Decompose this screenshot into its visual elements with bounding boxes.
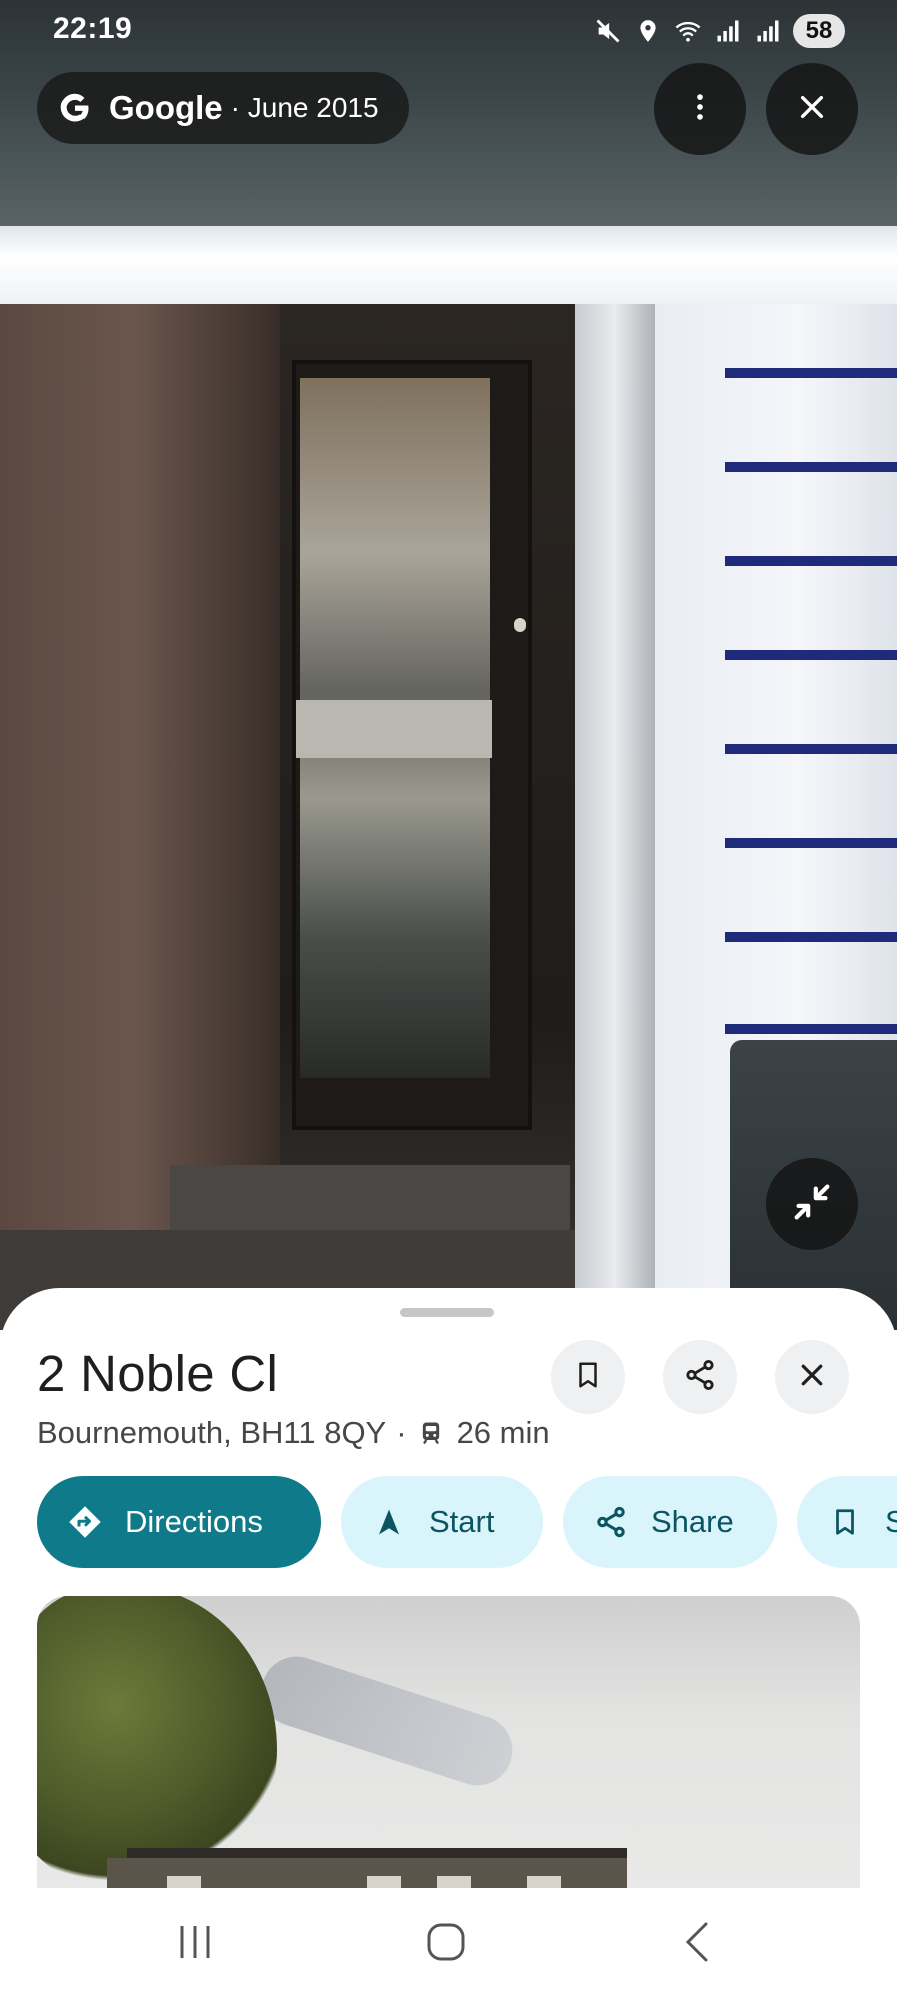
- drag-handle[interactable]: [400, 1308, 494, 1317]
- cladding-line: [725, 556, 897, 566]
- building-window: [527, 1876, 561, 1888]
- save-button[interactable]: S: [797, 1476, 897, 1568]
- start-button[interactable]: Start: [341, 1476, 543, 1568]
- status-bar: 22:19 58: [0, 0, 897, 62]
- directions-icon: [67, 1504, 103, 1540]
- bookmark-icon: [573, 1359, 603, 1396]
- close-street-view-button[interactable]: [766, 63, 858, 155]
- street-view-preview-image[interactable]: [37, 1596, 860, 1888]
- signal-icon: [713, 16, 743, 46]
- share-icon: [683, 1358, 717, 1397]
- share-place-button[interactable]: [663, 1340, 737, 1414]
- system-navigation-bar: [0, 1888, 897, 2000]
- place-address: Bournemouth, BH11 8QY: [37, 1415, 387, 1450]
- minimize-street-view-button[interactable]: [766, 1158, 858, 1250]
- attribution-date: · June 2015: [230, 92, 379, 123]
- save-label: S: [885, 1504, 897, 1539]
- building-window: [437, 1876, 471, 1888]
- building-window: [167, 1876, 201, 1888]
- location-icon: [633, 16, 663, 46]
- imagery-attribution[interactable]: Google · June 2015: [37, 72, 409, 144]
- signal-icon: [753, 16, 783, 46]
- street-view-image[interactable]: [0, 0, 897, 1330]
- separator: ·: [396, 1415, 407, 1450]
- minimize-icon: [789, 1179, 835, 1230]
- close-icon: [796, 91, 828, 128]
- directions-label: Directions: [125, 1504, 263, 1539]
- more-vert-icon: [683, 90, 717, 129]
- cladding-line: [725, 1024, 897, 1034]
- more-options-button[interactable]: [654, 63, 746, 155]
- back-icon: [680, 1920, 714, 1969]
- start-label: Start: [429, 1504, 495, 1539]
- home-icon: [425, 1921, 467, 1968]
- cladding-line: [725, 932, 897, 942]
- directions-button[interactable]: Directions: [37, 1476, 321, 1568]
- mute-icon: [593, 16, 623, 46]
- cladding-line: [725, 462, 897, 472]
- cladding-line: [725, 368, 897, 378]
- google-g-icon: [55, 88, 95, 128]
- place-title: 2 Noble Cl: [37, 1345, 279, 1402]
- action-chips: Directions Start Share S: [37, 1476, 897, 1568]
- share-label: Share: [651, 1504, 734, 1539]
- close-sheet-button[interactable]: [775, 1340, 849, 1414]
- cladding-line: [725, 838, 897, 848]
- fascia-board: [0, 226, 897, 304]
- bookmark-icon: [827, 1504, 863, 1540]
- battery-indicator: 58: [793, 14, 845, 48]
- train-icon: [417, 1418, 447, 1448]
- recents-button[interactable]: [165, 1914, 225, 1974]
- navigation-arrow-icon: [371, 1504, 407, 1540]
- door-handle: [514, 618, 526, 632]
- cladding-line: [725, 744, 897, 754]
- door-panel: [296, 700, 492, 758]
- save-place-button[interactable]: [551, 1340, 625, 1414]
- transit-time: 26 min: [456, 1415, 550, 1450]
- step: [170, 1165, 570, 1235]
- door-frame: [575, 304, 655, 1330]
- share-icon: [593, 1504, 629, 1540]
- share-button[interactable]: Share: [563, 1476, 777, 1568]
- home-button[interactable]: [416, 1914, 476, 1974]
- status-icons: 58: [593, 14, 845, 48]
- recents-icon: [174, 1922, 216, 1967]
- wifi-icon: [673, 16, 703, 46]
- status-time: 22:19: [53, 12, 133, 45]
- back-button[interactable]: [667, 1914, 727, 1974]
- place-subtitle: Bournemouth, BH11 8QY · 26 min: [37, 1415, 550, 1451]
- building-window: [367, 1876, 401, 1888]
- tree: [37, 1596, 277, 1886]
- attribution-brand: Google: [109, 89, 223, 126]
- close-icon: [797, 1360, 827, 1395]
- cloud: [252, 1647, 522, 1795]
- cladding-line: [725, 650, 897, 660]
- place-bottom-sheet[interactable]: 2 Noble Cl Bournemouth, BH11 8QY · 26 mi…: [0, 1288, 897, 1888]
